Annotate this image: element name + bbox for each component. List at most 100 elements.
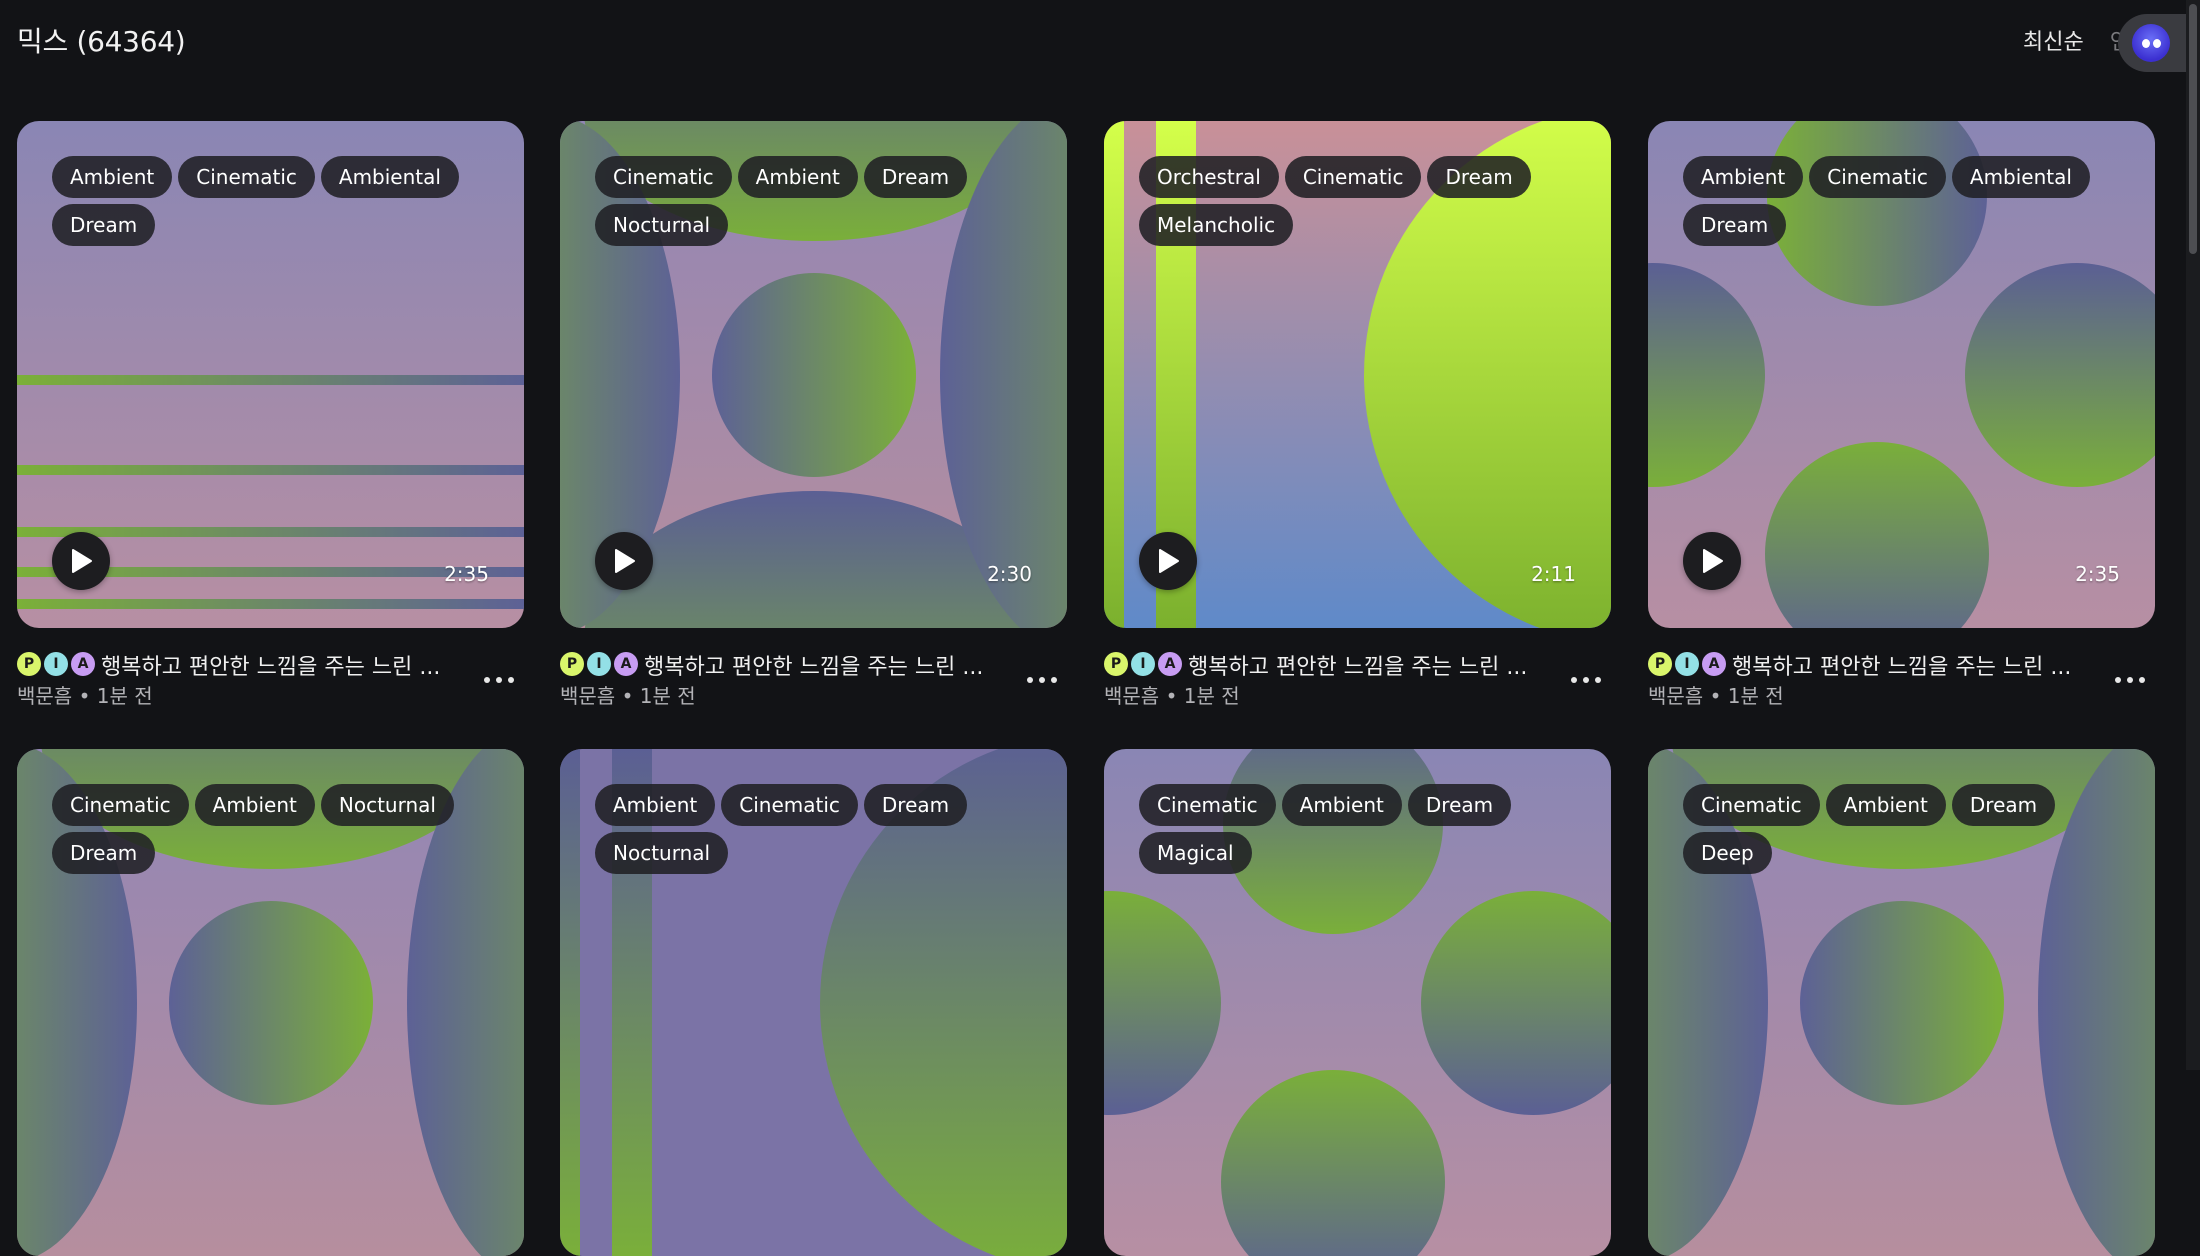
more-horizontal-icon xyxy=(2115,677,2121,683)
mix-card[interactable]: Ambient Cinematic Ambiental Dream 2:35 P… xyxy=(1648,121,2155,708)
tag[interactable]: Cinematic xyxy=(1284,156,1422,198)
tag[interactable]: Nocturnal xyxy=(595,832,729,874)
card-artwork[interactable]: Cinematic Ambient Dream Magical xyxy=(1104,749,1611,1256)
scroll-thumb[interactable] xyxy=(2189,4,2197,254)
play-button[interactable] xyxy=(1683,532,1741,590)
tag[interactable]: Cinematic xyxy=(595,156,732,198)
play-icon xyxy=(615,549,635,573)
mix-card[interactable]: Ambient Cinematic Dream Nocturnal xyxy=(560,749,1067,1256)
play-icon xyxy=(72,549,92,573)
tag[interactable]: Ambiental xyxy=(320,156,459,198)
scrollbar[interactable] xyxy=(2186,0,2200,1070)
tag-list: Cinematic Ambient Dream Deep xyxy=(1683,784,2120,874)
tag-list: Ambient Cinematic Ambiental Dream xyxy=(1683,156,2120,246)
more-options-button[interactable] xyxy=(484,670,514,690)
tag[interactable]: Cinematic xyxy=(52,784,189,826)
tag-list: Ambient Cinematic Ambiental Dream xyxy=(52,156,489,246)
tag-list: Cinematic Ambient Dream Nocturnal xyxy=(595,156,1032,246)
card-subtitle: 백문흠 • 1분 전 xyxy=(17,680,153,709)
badge-a: A xyxy=(614,652,638,676)
tag[interactable]: Ambient xyxy=(1825,784,1946,826)
sort-latest[interactable]: 최신순 xyxy=(2023,24,2084,56)
mix-card[interactable]: Ambient Cinematic Ambiental Dream 2:35 P… xyxy=(17,121,524,708)
badge-i: I xyxy=(44,652,68,676)
badge-group: P I A xyxy=(1648,652,1729,676)
badge-group: P I A xyxy=(17,652,98,676)
badge-p: P xyxy=(1104,652,1128,676)
tag[interactable]: Melancholic xyxy=(1139,204,1294,246)
tag[interactable]: Dream xyxy=(52,832,156,874)
track-duration: 2:35 xyxy=(444,562,489,586)
tag[interactable]: Orchestral xyxy=(1139,156,1279,198)
tag[interactable]: Ambient xyxy=(52,156,173,198)
card-artwork[interactable]: Ambient Cinematic Ambiental Dream 2:35 xyxy=(17,121,524,628)
tag[interactable]: Magical xyxy=(1139,832,1252,874)
card-meta: P I A 행복하고 편안한 느낌을 주는 느린 ... 백문흠 • 1분 전 xyxy=(17,628,524,708)
tag-list: Cinematic Ambient Dream Magical xyxy=(1139,784,1576,874)
more-options-button[interactable] xyxy=(1571,670,1601,690)
badge-i: I xyxy=(1675,652,1699,676)
tag[interactable]: Ambient xyxy=(737,156,858,198)
author-name[interactable]: 백문흠 xyxy=(1648,684,1703,708)
card-title[interactable]: 행복하고 편안한 느낌을 주는 느린 ... xyxy=(1732,649,2072,681)
tag[interactable]: Dream xyxy=(1683,204,1787,246)
card-subtitle: 백문흠 • 1분 전 xyxy=(1104,680,1240,709)
author-name[interactable]: 백문흠 xyxy=(17,684,72,708)
tag[interactable]: Dream xyxy=(1951,784,2056,826)
card-artwork[interactable]: Cinematic Ambient Nocturnal Dream xyxy=(17,749,524,1256)
tag[interactable]: Ambient xyxy=(1683,156,1804,198)
mix-card[interactable]: Cinematic Ambient Dream Deep xyxy=(1648,749,2155,1256)
badge-a: A xyxy=(71,652,95,676)
card-artwork[interactable]: Orchestral Cinematic Dream Melancholic 2… xyxy=(1104,121,1611,628)
play-button[interactable] xyxy=(595,532,653,590)
play-button[interactable] xyxy=(1139,532,1197,590)
assistant-bot-icon xyxy=(2132,24,2170,62)
tag[interactable]: Cinematic xyxy=(721,784,858,826)
tag[interactable]: Cinematic xyxy=(1139,784,1276,826)
more-horizontal-icon xyxy=(484,677,490,683)
tag[interactable]: Dream xyxy=(1407,784,1512,826)
author-name[interactable]: 백문흠 xyxy=(560,684,615,708)
tag[interactable]: Dream xyxy=(863,156,968,198)
tag[interactable]: Ambient xyxy=(1281,784,1402,826)
more-horizontal-icon xyxy=(1027,677,1033,683)
posted-time: • 1분 전 xyxy=(78,684,153,708)
tag[interactable]: Nocturnal xyxy=(595,204,729,246)
mix-card[interactable]: Cinematic Ambient Dream Nocturnal 2:30 P… xyxy=(560,121,1067,708)
tag[interactable]: Ambient xyxy=(595,784,716,826)
card-title[interactable]: 행복하고 편안한 느낌을 주는 느린 ... xyxy=(644,649,984,681)
more-options-button[interactable] xyxy=(1027,670,1057,690)
posted-time: • 1분 전 xyxy=(1165,684,1240,708)
card-artwork[interactable]: Cinematic Ambient Dream Deep xyxy=(1648,749,2155,1256)
card-artwork[interactable]: Ambient Cinematic Ambiental Dream 2:35 xyxy=(1648,121,2155,628)
tag[interactable]: Deep xyxy=(1683,832,1772,874)
card-artwork[interactable]: Cinematic Ambient Dream Nocturnal 2:30 xyxy=(560,121,1067,628)
tag-list: Cinematic Ambient Nocturnal Dream xyxy=(52,784,489,874)
badge-i: I xyxy=(1131,652,1155,676)
tag[interactable]: Ambient xyxy=(194,784,315,826)
badge-group: P I A xyxy=(1104,652,1185,676)
card-subtitle: 백문흠 • 1분 전 xyxy=(1648,680,1784,709)
mix-card[interactable]: Orchestral Cinematic Dream Melancholic 2… xyxy=(1104,121,1611,708)
play-button[interactable] xyxy=(52,532,110,590)
badge-a: A xyxy=(1702,652,1726,676)
track-duration: 2:30 xyxy=(987,562,1032,586)
more-options-button[interactable] xyxy=(2115,670,2145,690)
tag[interactable]: Dream xyxy=(1427,156,1531,198)
card-title[interactable]: 행복하고 편안한 느낌을 주는 느린 ... xyxy=(101,649,441,681)
card-artwork[interactable]: Ambient Cinematic Dream Nocturnal xyxy=(560,749,1067,1256)
mix-card[interactable]: Cinematic Ambient Nocturnal Dream xyxy=(17,749,524,1256)
tag[interactable]: Cinematic xyxy=(1683,784,1820,826)
tag[interactable]: Dream xyxy=(52,204,156,246)
tag[interactable]: Cinematic xyxy=(1809,156,1946,198)
tag[interactable]: Cinematic xyxy=(178,156,315,198)
more-horizontal-icon xyxy=(1571,677,1577,683)
tag[interactable]: Ambiental xyxy=(1951,156,2090,198)
track-duration: 2:35 xyxy=(2075,562,2120,586)
tag[interactable]: Dream xyxy=(863,784,968,826)
author-name[interactable]: 백문흠 xyxy=(1104,684,1159,708)
card-title[interactable]: 행복하고 편안한 느낌을 주는 느린 ... xyxy=(1188,649,1528,681)
card-subtitle: 백문흠 • 1분 전 xyxy=(560,680,696,709)
tag[interactable]: Nocturnal xyxy=(320,784,454,826)
mix-card[interactable]: Cinematic Ambient Dream Magical xyxy=(1104,749,1611,1256)
